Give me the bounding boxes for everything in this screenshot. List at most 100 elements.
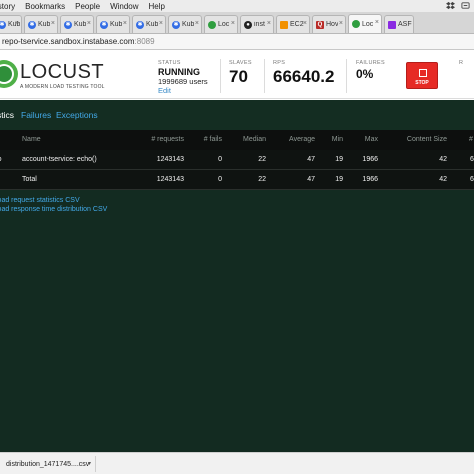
tab-label: Kub (74, 21, 87, 28)
failures-value: 0% (356, 67, 374, 81)
tab-statistics[interactable]: stics (0, 110, 14, 120)
browser-tab-active[interactable]: Loc × (348, 14, 382, 33)
kubernetes-icon: ✱ (64, 20, 72, 29)
col-fails[interactable]: # fails (204, 136, 222, 143)
menu-tray (446, 1, 470, 10)
menu-window[interactable]: Window (105, 2, 143, 11)
col-average[interactable]: Average (289, 136, 315, 143)
user-count: 1999689 users (158, 77, 208, 86)
browser-tab[interactable]: Q Hov × (312, 15, 346, 33)
stats-nav: stics Failures Exceptions (0, 100, 474, 130)
table-row: Total 1243143 0 22 47 19 1966 42 6 (0, 170, 474, 190)
cell-min: 19 (335, 156, 343, 163)
menu-bar: istory Bookmarks People Window Help (0, 0, 474, 12)
col-name[interactable]: Name (22, 136, 41, 143)
cell-min: 19 (335, 176, 343, 183)
menu-history[interactable]: istory (0, 2, 20, 11)
quora-icon: Q (316, 20, 324, 29)
cell-median: 22 (258, 156, 266, 163)
cell-rps: 6 (470, 176, 474, 183)
table-row: ɔ account-tservice: echo() 1243143 0 22 … (0, 150, 474, 170)
tab-exceptions[interactable]: Exceptions (56, 110, 98, 120)
reset-stats-label[interactable]: R (459, 60, 463, 66)
close-icon[interactable]: × (87, 20, 91, 27)
chevron-down-icon[interactable]: ▾ (88, 460, 91, 467)
close-icon[interactable]: × (51, 20, 55, 27)
menu-extra-icon[interactable] (461, 1, 470, 10)
browser-tab[interactable]: ✱ Kub × (0, 15, 22, 33)
brand-name: LOCUST (20, 61, 105, 83)
col-max[interactable]: Max (365, 136, 378, 143)
close-icon[interactable]: × (303, 20, 307, 27)
cell-fails: 0 (218, 176, 222, 183)
browser-window: istory Bookmarks People Window Help ✱ Ku… (0, 0, 474, 474)
close-icon[interactable]: × (195, 20, 199, 27)
col-requests[interactable]: # requests (151, 136, 184, 143)
kubernetes-icon: ✱ (28, 20, 36, 29)
browser-tab[interactable]: ✱ Kub × (96, 15, 130, 33)
close-icon[interactable]: × (15, 20, 19, 27)
cell-median: 22 (258, 176, 266, 183)
tab-label: Kub (182, 21, 195, 28)
close-icon[interactable]: × (339, 20, 343, 27)
browser-tab[interactable]: ● inst × (240, 15, 274, 33)
browser-tab[interactable]: ASF (384, 15, 414, 33)
browser-tab[interactable]: ✱ Kub × (24, 15, 58, 33)
download-item[interactable]: distribution_1471745....csv ▾ (0, 456, 96, 472)
cell-rps: 6 (470, 156, 474, 163)
browser-tab[interactable]: EC2 × (276, 15, 310, 33)
col-rps[interactable]: # (469, 136, 473, 143)
close-icon[interactable]: × (159, 20, 163, 27)
tab-failures[interactable]: Failures (21, 110, 51, 120)
download-distribution-link[interactable]: load response time distribution CSV (0, 205, 107, 214)
kubernetes-icon: ✱ (0, 20, 6, 29)
tab-label: Kub (110, 21, 123, 28)
address-bar[interactable]: repo-tservice.sandbox.instabase.com:8089 (0, 34, 474, 50)
col-min[interactable]: Min (332, 136, 343, 143)
stop-button[interactable]: STOP (406, 62, 438, 89)
dropbox-icon[interactable] (446, 1, 455, 10)
col-content-size[interactable]: Content Size (407, 136, 447, 143)
download-links: load request statistics CSV load respons… (0, 196, 107, 214)
url-port: :8089 (134, 37, 155, 46)
close-icon[interactable]: × (375, 19, 379, 26)
download-request-stats-link[interactable]: load request statistics CSV (0, 196, 107, 205)
cell-max: 1966 (362, 176, 378, 183)
menu-bookmarks[interactable]: Bookmarks (20, 2, 70, 11)
close-icon[interactable]: × (231, 20, 235, 27)
aws-icon (280, 20, 288, 29)
locust-logo-icon (0, 60, 18, 88)
stop-icon (419, 69, 427, 77)
divider (346, 59, 347, 93)
download-filename: distribution_1471745....csv (6, 460, 90, 468)
browser-tab[interactable]: ✱ Kub × (132, 15, 166, 33)
slaves-value: 70 (229, 67, 248, 86)
menu-help[interactable]: Help (144, 2, 170, 11)
edit-link[interactable]: Edit (158, 86, 208, 95)
download-shelf: distribution_1471745....csv ▾ (0, 452, 474, 474)
cell-requests: 1243143 (156, 156, 184, 163)
cell-name: Total (22, 176, 37, 183)
close-icon[interactable]: × (267, 20, 271, 27)
cell-average: 47 (307, 176, 315, 183)
browser-tab[interactable]: Loc × (204, 15, 238, 33)
rps-box: RPS 66640.2 (273, 60, 334, 87)
col-median[interactable]: Median (243, 136, 266, 143)
menu-people[interactable]: People (70, 2, 105, 11)
close-icon[interactable]: × (123, 20, 127, 27)
kubernetes-icon: ✱ (136, 20, 144, 29)
status-value: RUNNING (158, 67, 200, 77)
cell-type: ɔ (0, 156, 2, 163)
browser-tab[interactable]: ✱ Kub × (168, 15, 202, 33)
stats-table: Name # requests # fails Median Average M… (0, 130, 474, 190)
tab-label: Hov (326, 21, 339, 28)
cell-max: 1966 (362, 156, 378, 163)
locust-icon (352, 20, 360, 28)
browser-tab[interactable]: ✱ Kub × (60, 15, 94, 33)
failures-label: FAILURES (356, 60, 385, 66)
table-header: Name # requests # fails Median Average M… (0, 130, 474, 150)
rps-label: RPS (273, 60, 286, 66)
tab-label: EC2 (290, 21, 304, 28)
cell-fails: 0 (218, 156, 222, 163)
status-box: STATUS RUNNING 1999689 users Edit (158, 60, 208, 95)
